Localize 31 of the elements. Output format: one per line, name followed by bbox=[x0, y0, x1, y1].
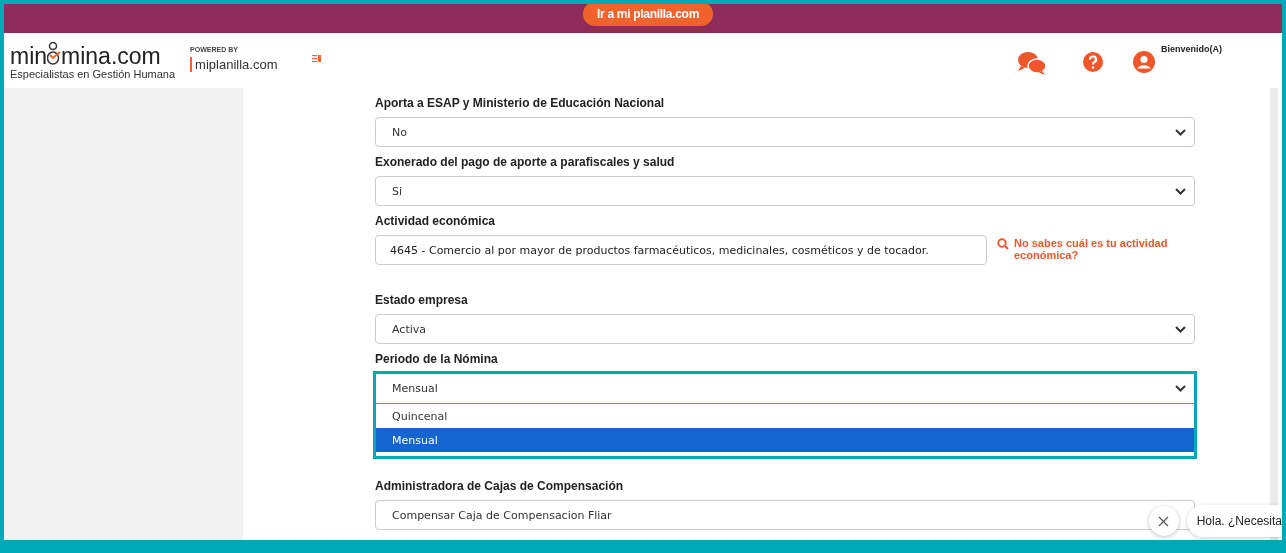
dropdown-option[interactable]: Mensual bbox=[376, 428, 1194, 452]
partner-logo-text: miplanilla.com bbox=[190, 57, 278, 72]
chat-toast[interactable]: Hola. ¿Necesita bbox=[1186, 505, 1282, 537]
chevron-down-icon bbox=[1175, 187, 1186, 195]
dropdown-option[interactable]: Quincenal bbox=[376, 404, 1194, 428]
chevron-down-icon bbox=[1175, 128, 1186, 136]
logo-name-end: mina.com bbox=[61, 44, 161, 68]
help-icon[interactable] bbox=[1083, 52, 1103, 72]
chevron-down-icon bbox=[1175, 385, 1186, 392]
chevron-down-icon bbox=[1175, 325, 1186, 333]
search-icon bbox=[997, 238, 1009, 250]
field-label: Periodo de la Nómina bbox=[375, 352, 499, 366]
select-field[interactable]: Activa bbox=[375, 314, 1195, 344]
field-label: Aporta a ESAP y Ministerio de Educación Nacional bbox=[375, 96, 666, 110]
logo-name-start: min bbox=[10, 44, 48, 68]
select-field[interactable]: No bbox=[375, 117, 1195, 147]
field-label: Actividad económica bbox=[375, 214, 497, 228]
help-link[interactable]: No sabes cuál es tu actividad económica? bbox=[1014, 237, 1184, 261]
logo-tagline: Especialistas en Gestión Humana bbox=[10, 68, 176, 80]
menu-icon[interactable] bbox=[312, 55, 322, 62]
greeting-text: Bienvenido(A) bbox=[1161, 44, 1222, 54]
input-field[interactable]: 4645 - Comercio al por mayor de productos farmacéuticos, medicinales, cosméticos y de tocador. bbox=[375, 235, 987, 265]
select-field[interactable]: Compensar Caja de Compensacion Fliar bbox=[375, 500, 1195, 530]
close-icon bbox=[1158, 515, 1170, 527]
select-field[interactable]: Si bbox=[375, 176, 1195, 206]
field-label: Estado empresa bbox=[375, 293, 469, 307]
chat-icon[interactable] bbox=[1017, 51, 1047, 75]
field-label: Exonerado del pago de aporte a parafiscales y salud bbox=[375, 155, 676, 169]
user-avatar-icon[interactable] bbox=[1133, 51, 1155, 73]
person-check-icon bbox=[47, 41, 62, 67]
field-label: Administradora de Cajas de Compensación bbox=[375, 479, 625, 493]
